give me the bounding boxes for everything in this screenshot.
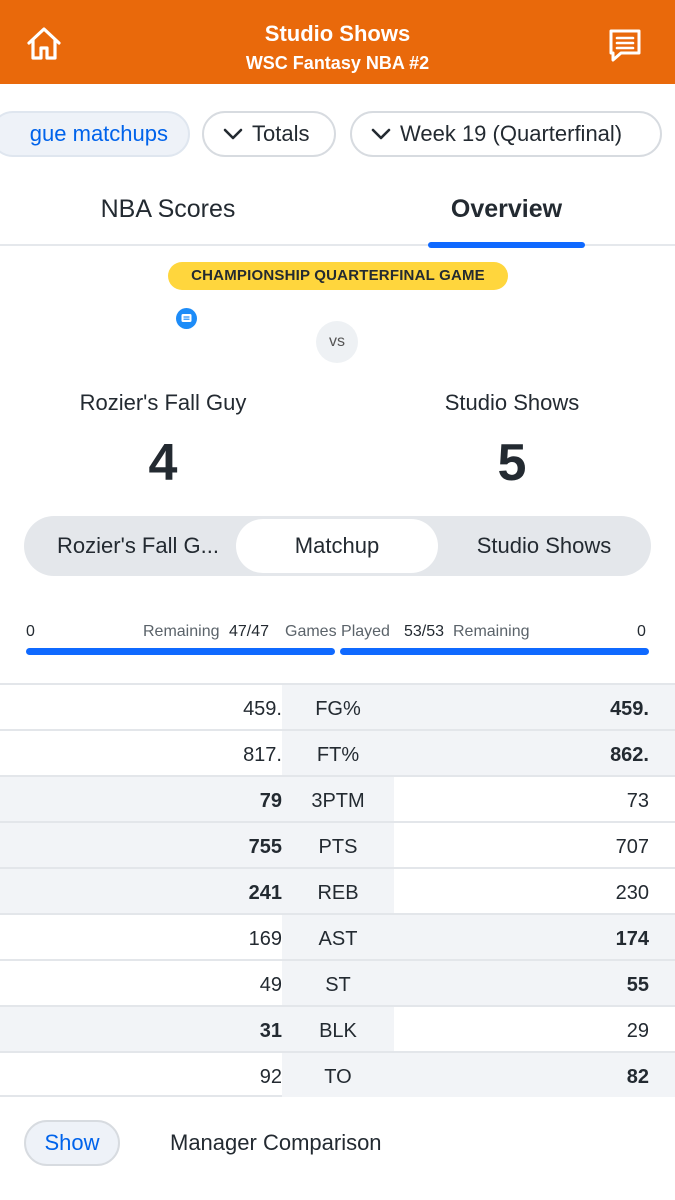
vs-badge: vs bbox=[316, 321, 358, 363]
right-team-name[interactable]: Studio Shows bbox=[362, 390, 662, 416]
stat-row: 817. FT% 862. bbox=[0, 729, 675, 775]
stat-row: 241 REB 230 bbox=[0, 867, 675, 913]
left-games-progress-bar bbox=[26, 648, 335, 655]
show-button[interactable]: Show bbox=[24, 1120, 120, 1166]
stat-row: 459. FG% 459. bbox=[0, 683, 675, 729]
stat-row: 31 BLK 29 bbox=[0, 1005, 675, 1051]
right-stat-value: 82 bbox=[626, 1066, 649, 1088]
right-stat-value: 862. bbox=[610, 744, 649, 766]
segment-matchup[interactable]: Matchup bbox=[236, 519, 438, 573]
left-stat-value: 817. bbox=[243, 744, 282, 766]
left-team-name[interactable]: Rozier's Fall Guy bbox=[13, 390, 313, 416]
left-stat-value: 92 bbox=[259, 1066, 282, 1088]
right-stat-value: 29 bbox=[626, 1020, 649, 1042]
right-games-played: 53/53 bbox=[404, 623, 445, 640]
week-label: Week 19 (Quarterfinal) bbox=[400, 121, 623, 146]
left-stat-value: 49 bbox=[259, 974, 282, 996]
header-titles: Studio Shows WSC Fantasy NBA #2 bbox=[0, 20, 675, 76]
chevron-down-icon bbox=[223, 128, 243, 140]
app-header: Studio Shows WSC Fantasy NBA #2 bbox=[0, 0, 675, 84]
chat-icon[interactable] bbox=[604, 24, 646, 66]
left-remaining-value: 0 bbox=[26, 623, 35, 640]
right-stat-value: 55 bbox=[626, 974, 649, 996]
tab-nba-scores[interactable]: NBA Scores bbox=[68, 195, 268, 224]
stat-row: 169 AST 174 bbox=[0, 913, 675, 959]
stat-category: AST bbox=[282, 915, 394, 959]
week-dropdown[interactable]: Week 19 (Quarterfinal) bbox=[350, 111, 662, 157]
stat-category: PTS bbox=[282, 823, 394, 867]
stat-row: 49 ST 55 bbox=[0, 959, 675, 1005]
left-stat-value: 241 bbox=[248, 882, 282, 904]
header-subtitle: WSC Fantasy NBA #2 bbox=[245, 53, 430, 73]
right-team-score: 5 bbox=[497, 434, 527, 492]
message-icon[interactable] bbox=[176, 308, 197, 329]
left-stat-value: 459. bbox=[243, 698, 282, 720]
totals-dropdown[interactable]: Totals bbox=[202, 111, 336, 157]
stat-category: REB bbox=[282, 869, 394, 913]
left-stat-value: 31 bbox=[259, 1020, 282, 1042]
right-remaining-label: Remaining bbox=[453, 623, 530, 640]
totals-label: Totals bbox=[252, 121, 310, 146]
stat-category: TO bbox=[282, 1053, 394, 1097]
league-matchups-label: gue matchups bbox=[29, 121, 168, 146]
left-stat-value: 79 bbox=[259, 790, 282, 812]
view-segmented-control: Rozier's Fall G... Matchup Studio Shows bbox=[24, 516, 651, 576]
segment-left-team[interactable]: Rozier's Fall G... bbox=[38, 516, 238, 576]
right-stat-value: 707 bbox=[615, 836, 649, 858]
stat-category: 3PTM bbox=[282, 777, 394, 821]
right-stat-value: 73 bbox=[626, 790, 649, 812]
right-remaining-value: 0 bbox=[637, 623, 646, 640]
left-stat-value: 755 bbox=[248, 836, 282, 858]
segment-right-team[interactable]: Studio Shows bbox=[444, 516, 644, 576]
right-games-progress-bar bbox=[340, 648, 649, 655]
left-stat-value: 169 bbox=[248, 928, 282, 950]
stat-category: ST bbox=[282, 961, 394, 1005]
stat-row: 755 PTS 707 bbox=[0, 821, 675, 867]
chevron-down-icon bbox=[371, 128, 391, 140]
active-tab-indicator bbox=[428, 242, 585, 248]
header-title: Studio Shows bbox=[264, 21, 411, 46]
manager-comparison-label: Manager Comparison bbox=[170, 1130, 382, 1155]
left-games-played: 47/47 bbox=[229, 623, 270, 640]
stats-table: 459. FG% 459. 817. FT% 862. 79 3PTM 73 755 PTS 707 2… bbox=[0, 683, 675, 1097]
right-stat-value: 230 bbox=[615, 882, 649, 904]
right-stat-value: 459. bbox=[610, 698, 649, 720]
left-remaining-label: Remaining bbox=[143, 623, 220, 640]
stat-category: FT% bbox=[282, 731, 394, 775]
left-team-score: 4 bbox=[148, 434, 178, 492]
stat-category: BLK bbox=[282, 1007, 394, 1051]
tab-overview[interactable]: Overview bbox=[428, 195, 585, 224]
stat-row: 79 3PTM 73 bbox=[0, 775, 675, 821]
stat-row: 92 TO 82 bbox=[0, 1051, 675, 1097]
games-played-label: Games Played bbox=[285, 623, 390, 640]
league-matchups-pill[interactable]: gue matchups bbox=[0, 111, 190, 157]
stat-category: FG% bbox=[282, 685, 394, 729]
right-stat-value: 174 bbox=[615, 928, 649, 950]
playoff-badge: CHAMPIONSHIP QUARTERFINAL GAME bbox=[168, 262, 508, 290]
